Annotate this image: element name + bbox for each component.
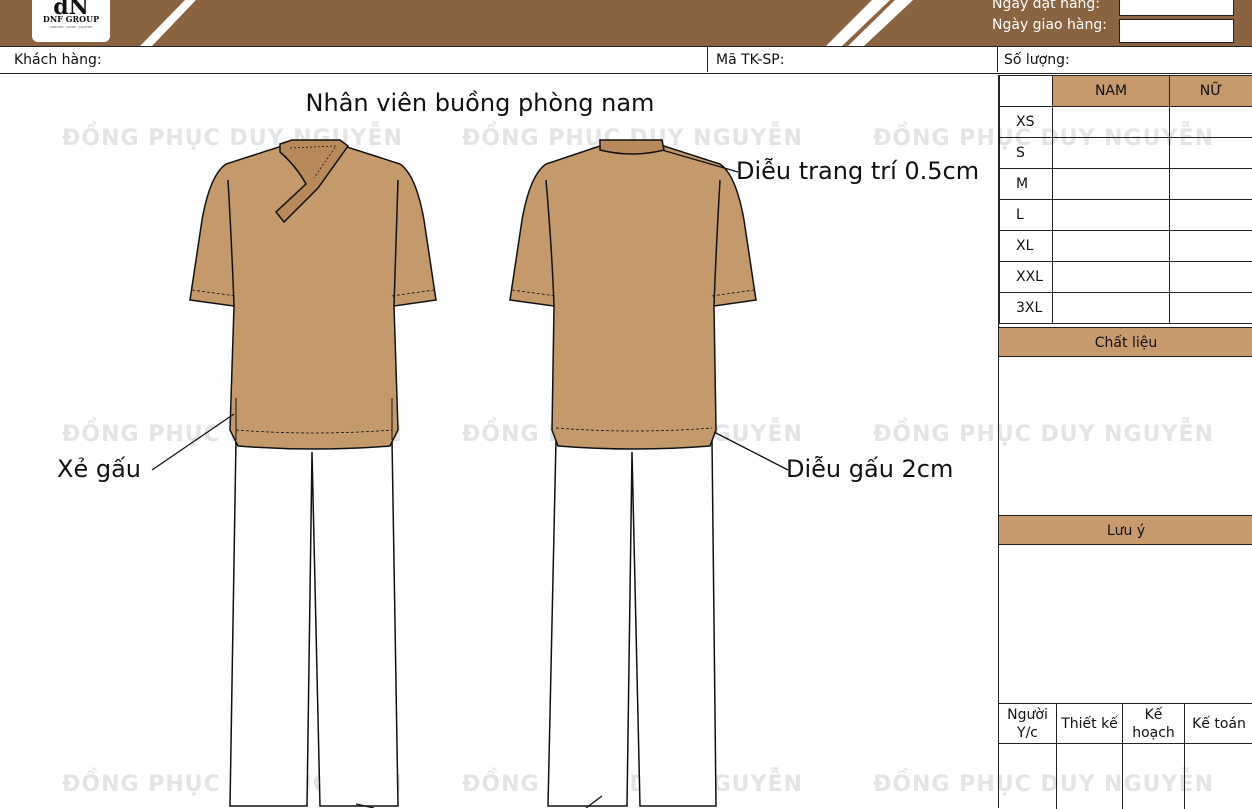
signature-accounting-box[interactable] xyxy=(1185,744,1252,809)
callout-collar-stitch: Diễu trang trí 0.5cm xyxy=(736,157,979,185)
size-label: XS xyxy=(1000,107,1053,138)
size-label: 3XL xyxy=(1000,293,1053,324)
male-qty-cell[interactable] xyxy=(1053,293,1170,324)
order-date-field[interactable] xyxy=(1119,0,1234,16)
table-row: XXL xyxy=(1000,262,1252,293)
order-details-panel: NAM NỮ XS S M L XL XXL 3XL Chất liệu Lưu… xyxy=(998,75,1252,808)
male-qty-cell[interactable] xyxy=(1053,262,1170,293)
female-qty-cell[interactable] xyxy=(1170,200,1252,231)
notes-header: Lưu ý xyxy=(999,515,1252,545)
male-qty-cell[interactable] xyxy=(1053,107,1170,138)
material-header: Chất liệu xyxy=(999,327,1252,357)
signature-row: Người Y/c Thiết kế Kế hoạch Kế toán xyxy=(999,703,1252,808)
signature-designer-label: Thiết kế xyxy=(1057,704,1123,744)
table-row: XL xyxy=(1000,231,1252,262)
size-quantity-table: NAM NỮ XS S M L XL XXL 3XL xyxy=(999,75,1252,324)
signature-designer-box[interactable] xyxy=(1057,744,1123,809)
size-label: M xyxy=(1000,169,1053,200)
female-qty-cell[interactable] xyxy=(1170,138,1252,169)
callout-hem-stitch: Diễu gấu 2cm xyxy=(786,455,953,483)
table-row: L xyxy=(1000,200,1252,231)
material-area[interactable] xyxy=(999,357,1252,515)
signature-requester-label: Người Y/c xyxy=(999,704,1057,744)
size-table-header: NAM NỮ xyxy=(1000,76,1252,107)
size-label: S xyxy=(1000,138,1053,169)
male-col-header: NAM xyxy=(1053,76,1170,107)
front-shirt xyxy=(190,140,436,449)
size-label: XL xyxy=(1000,231,1053,262)
male-qty-cell[interactable] xyxy=(1053,138,1170,169)
delivery-date-field[interactable] xyxy=(1119,19,1234,43)
size-col-header xyxy=(1000,76,1053,107)
back-pants xyxy=(548,440,716,806)
size-label: XXL xyxy=(1000,262,1053,293)
order-date-label: Ngày đặt hàng: xyxy=(992,0,1100,12)
signature-planning-box[interactable] xyxy=(1123,744,1185,809)
design-title: Nhân viên buồng phòng nam xyxy=(280,89,680,117)
front-pants xyxy=(230,440,398,806)
size-label: L xyxy=(1000,200,1053,231)
female-qty-cell[interactable] xyxy=(1170,262,1252,293)
signature-requester-box[interactable] xyxy=(999,744,1057,809)
notes-area[interactable] xyxy=(999,545,1252,703)
signature-accounting-label: Kế toán xyxy=(1185,704,1252,744)
female-qty-cell[interactable] xyxy=(1170,107,1252,138)
table-row: S xyxy=(1000,138,1252,169)
signature-planning-label: Kế hoạch xyxy=(1123,704,1185,744)
female-qty-cell[interactable] xyxy=(1170,293,1252,324)
table-row: XS xyxy=(1000,107,1252,138)
male-qty-cell[interactable] xyxy=(1053,200,1170,231)
delivery-date-label: Ngày giao hàng: xyxy=(992,17,1107,33)
quantity-label: Số lượng: xyxy=(1004,52,1070,68)
female-qty-cell[interactable] xyxy=(1170,169,1252,200)
female-col-header: NỮ xyxy=(1170,76,1252,107)
garment-illustration xyxy=(0,0,998,808)
table-row: M xyxy=(1000,169,1252,200)
quantity-field[interactable]: Số lượng: xyxy=(998,47,1252,72)
female-qty-cell[interactable] xyxy=(1170,231,1252,262)
male-qty-cell[interactable] xyxy=(1053,169,1170,200)
table-row: 3XL xyxy=(1000,293,1252,324)
callout-side-slit: Xẻ gấu xyxy=(57,455,141,483)
male-qty-cell[interactable] xyxy=(1053,231,1170,262)
back-shirt xyxy=(510,140,756,449)
